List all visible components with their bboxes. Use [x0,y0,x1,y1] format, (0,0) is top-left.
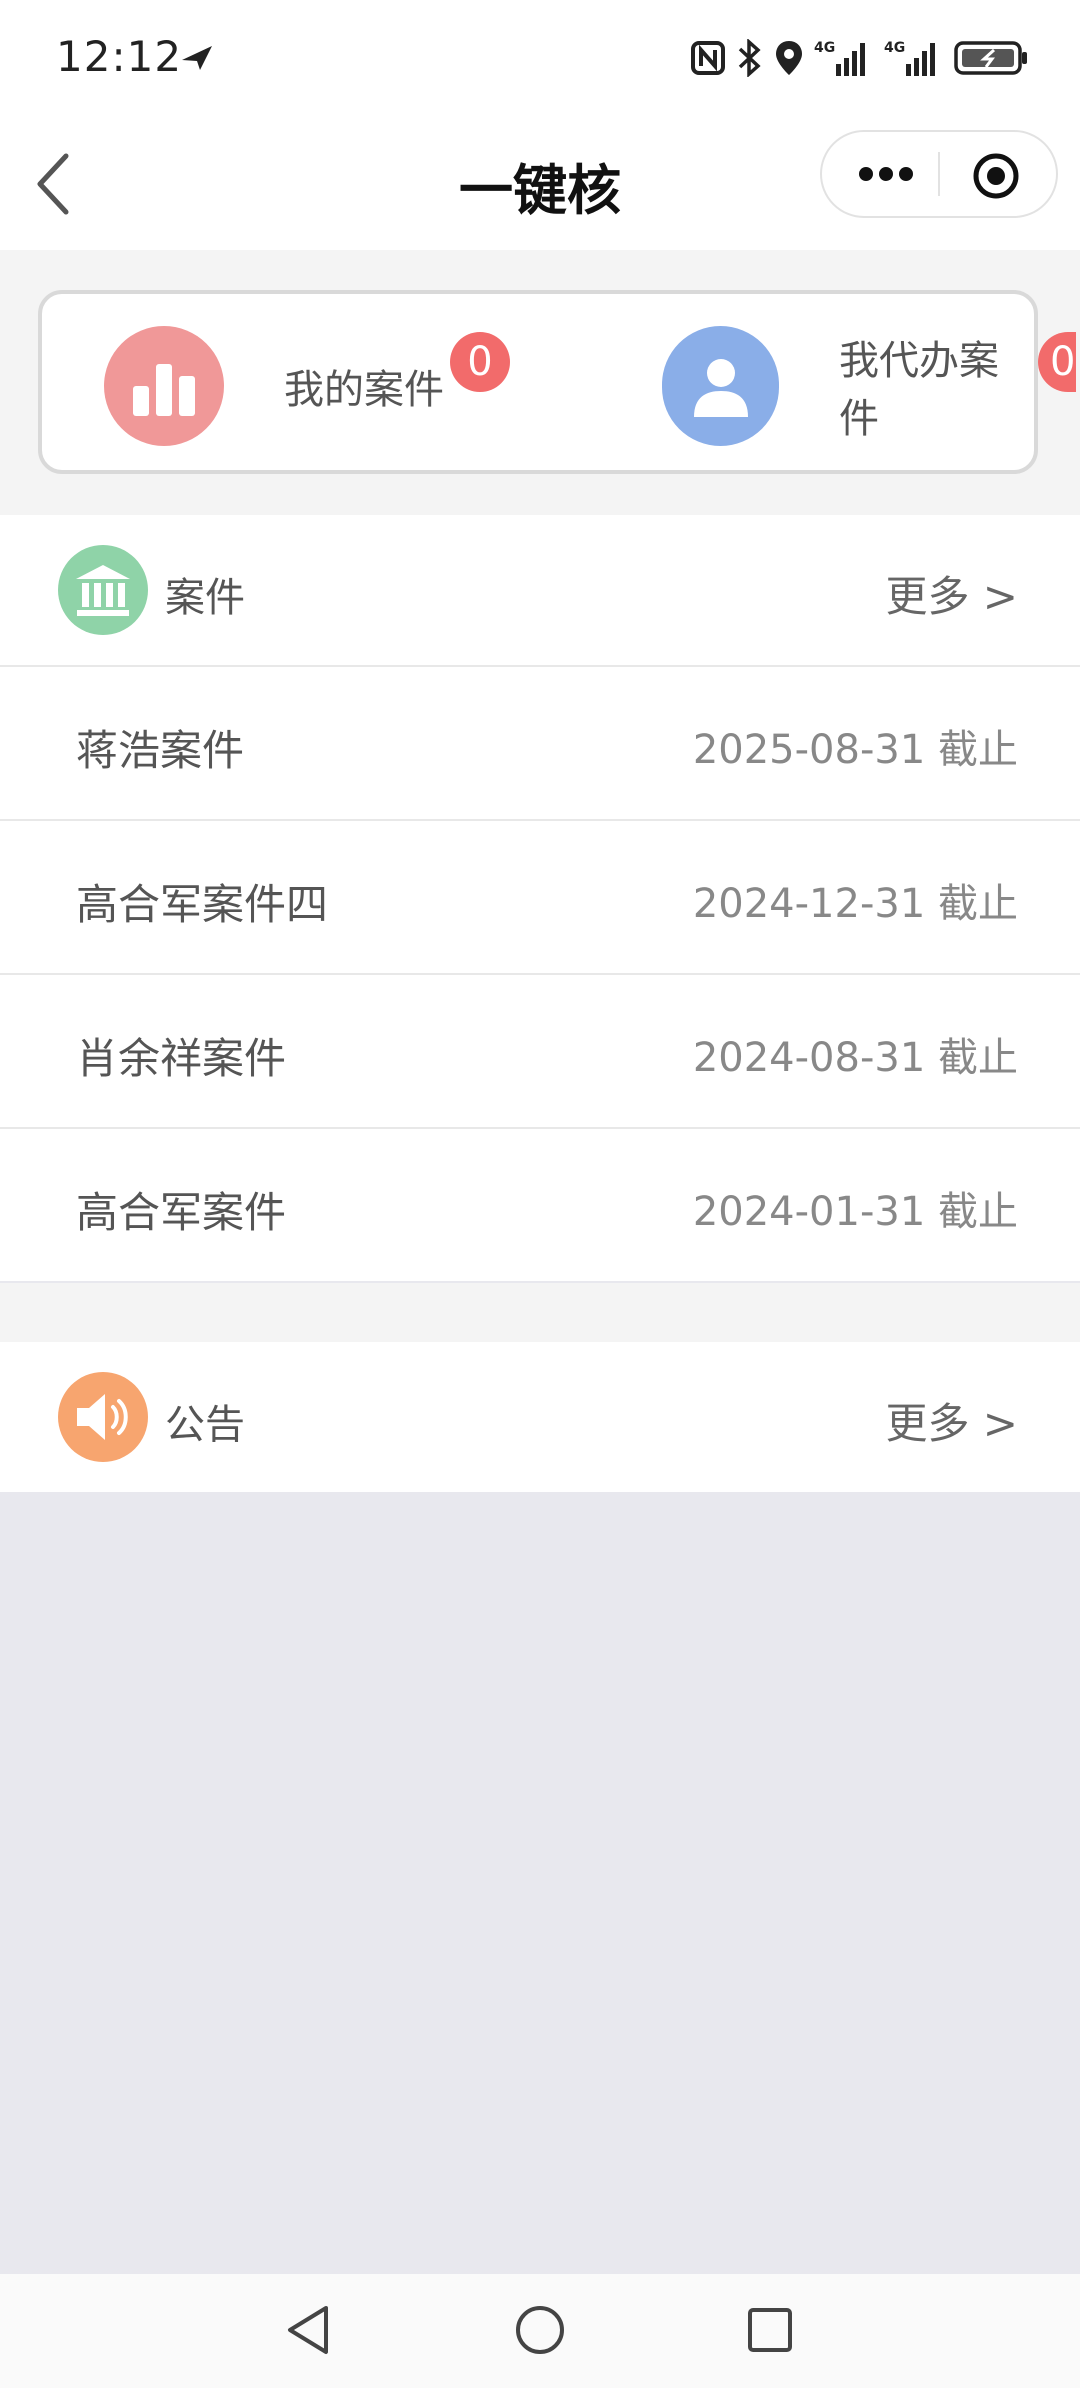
speaker-icon [58,1372,148,1462]
status-time: 12:12 [56,32,183,81]
case-name: 蒋浩案件 [76,726,245,775]
proxy-cases-label: 我代办案件 [839,338,999,442]
quick-actions-card: 我的案件 0 我代办案件 0 [38,290,1076,474]
case-deadline: 2024-01-31 截止 [692,1189,1018,1235]
my-cases-badge: 0 [450,332,510,392]
close-target-icon[interactable] [972,152,1020,200]
signal-4g-icon: 4G [884,40,935,76]
status-bar: 12:12 4G 4G [0,0,1080,118]
battery-icon [954,41,1027,75]
status-icons: 4G 4G [690,38,1030,78]
case-deadline: 2024-12-31 截止 [692,881,1018,927]
location-arrow-icon [182,46,212,70]
notice-title: 公告 [165,1402,245,1448]
case-row[interactable]: 蒋浩案件 2025-08-31 截止 [0,667,1080,821]
bluetooth-icon [738,39,761,77]
back-triangle-icon[interactable] [280,2300,340,2360]
cases-section: 案件 更多 > 蒋浩案件 2025-08-31 截止 高合军案件四 2024-1… [0,515,1080,1281]
nav-bar: 一键核 [0,118,1080,252]
chart-icon [104,326,224,446]
location-pin-icon [776,41,802,75]
case-deadline: 2024-08-31 截止 [692,1035,1018,1081]
system-nav-bar [0,2274,1080,2388]
case-row[interactable]: 肖余祥案件 2024-08-31 截止 [0,975,1080,1129]
my-cases-action[interactable]: 我的案件 [104,294,444,478]
signal-4g-icon: 4G [814,40,865,76]
case-deadline: 2025-08-31 截止 [692,727,1018,773]
case-row[interactable]: 高合军案件 2024-01-31 截止 [0,1129,1080,1281]
cases-more-link[interactable]: 更多 > [885,563,1018,624]
home-circle-icon[interactable] [510,2300,570,2360]
notice-more-link[interactable]: 更多 > [885,1390,1018,1451]
recents-square-icon[interactable] [740,2300,800,2360]
case-name: 高合军案件四 [76,880,329,929]
cases-title: 案件 [165,575,245,621]
more-options-icon[interactable] [856,162,916,186]
svg-text:4G: 4G [884,40,905,56]
case-name: 高合军案件 [76,1188,287,1237]
svg-text:4G: 4G [814,40,835,56]
my-cases-label: 我的案件 [284,367,444,413]
proxy-cases-action[interactable]: 我代办案件 [662,294,1034,478]
notice-header: 公告 更多 > [0,1342,1080,1492]
miniprogram-capsule [820,130,1058,218]
bank-icon [58,545,148,635]
notice-section: 公告 更多 > [0,1342,1080,1492]
section-spacer [0,1283,1080,1342]
case-row[interactable]: 高合军案件四 2024-12-31 截止 [0,821,1080,975]
capsule-divider [938,152,940,196]
cases-header: 案件 更多 > [0,515,1080,667]
case-name: 肖余祥案件 [76,1034,287,1083]
user-icon [662,326,779,446]
nfc-icon [691,41,725,75]
